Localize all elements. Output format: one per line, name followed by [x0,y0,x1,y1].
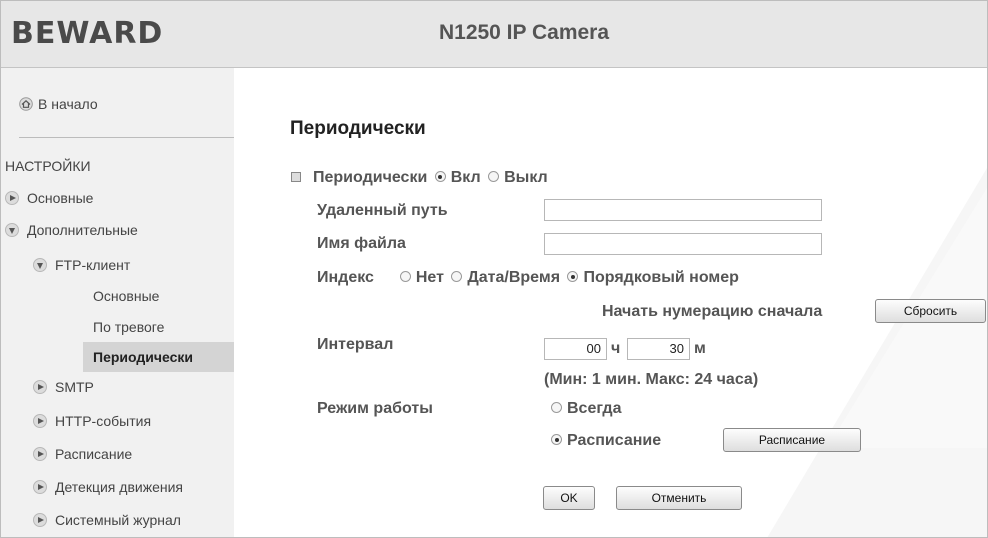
interval-hours-input[interactable]: 00 [544,338,607,360]
sidebar-item-label: HTTP-события [55,413,152,429]
remote-path-label: Удаленный путь [317,202,448,219]
sidebar: В начало НАСТРОЙКИ Основные Дополнительн… [1,68,234,537]
bullet-icon [291,171,301,182]
chevron-right-icon [33,380,47,394]
index-row: Индекс Нет Дата/Время Порядковый номер [317,269,739,287]
mode-always-label: Всегда [567,400,622,417]
home-link[interactable]: В начало [19,96,98,112]
remote-path-input[interactable] [544,199,822,221]
index-datetime-label: Дата/Время [467,269,561,286]
sidebar-subitem-ftp-alarm[interactable]: По тревоге [93,319,164,335]
sidebar-subitem-ftp-basic[interactable]: Основные [93,288,159,304]
interval-minutes-unit: м [694,340,706,357]
mode-schedule-radio[interactable] [551,434,562,446]
sidebar-item-ftp-client[interactable]: FTP-клиент [33,257,130,273]
index-sequence-label: Порядковый номер [583,269,739,286]
schedule-button[interactable]: Расписание [723,428,861,452]
chevron-right-icon [33,447,47,461]
reset-button[interactable]: Сбросить [875,299,986,323]
index-none-radio[interactable] [399,271,411,283]
sidebar-item-label: FTP-клиент [55,257,131,273]
interval-hours-unit: ч [611,340,621,357]
chevron-right-icon [33,414,47,428]
sidebar-item-label: Расписание [55,446,133,462]
page-title: Периодически [290,118,426,139]
settings-section-title: НАСТРОЙКИ [5,158,91,174]
restart-numbering-label: Начать нумерацию сначала [602,303,823,320]
mode-schedule-label: Расписание [567,432,662,449]
chevron-right-icon [33,513,47,527]
sidebar-item-label: Основные [27,190,94,206]
index-none-label: Нет [415,269,444,286]
mode-schedule-option: Расписание [548,432,661,450]
index-datetime-radio[interactable] [451,271,463,283]
chevron-down-icon [5,223,19,237]
main-content: Периодически Периодически Вкл Выкл Удале… [234,68,987,537]
periodic-label: Периодически [313,169,428,186]
chevron-right-icon [33,480,47,494]
periodic-on-label: Вкл [450,169,481,186]
sidebar-item-motion-detection[interactable]: Детекция движения [33,479,183,495]
interval-hint: (Мин: 1 мин. Макс: 24 часа) [544,371,759,388]
file-name-input[interactable] [544,233,822,255]
sidebar-item-advanced[interactable]: Дополнительные [5,222,138,238]
sidebar-item-basic[interactable]: Основные [5,190,93,206]
home-icon [19,97,33,111]
camera-title: N1250 IP Camera [438,21,610,44]
sidebar-item-label: Системный журнал [55,512,181,528]
index-label: Индекс [317,269,374,286]
periodic-off-label: Выкл [504,169,548,186]
periodic-on-radio[interactable] [434,171,446,183]
ok-button[interactable]: OK [543,486,595,510]
chevron-right-icon [5,191,19,205]
mode-label: Режим работы [317,400,433,417]
home-label: В начало [38,96,98,112]
sidebar-item-label: Детекция движения [55,479,183,495]
sidebar-subitem-ftp-periodic[interactable]: Периодически [83,342,234,372]
interval-label: Интервал [317,336,394,353]
periodic-off-radio[interactable] [488,171,500,183]
index-sequence-radio[interactable] [567,271,579,283]
sidebar-item-label: SMTP [55,379,94,395]
sidebar-item-schedule[interactable]: Расписание [33,446,132,462]
sidebar-item-system-log[interactable]: Системный журнал [33,512,181,528]
sidebar-item-http-events[interactable]: HTTP-события [33,413,151,429]
app-frame: BEWARD N1250 IP Camera В начало НАСТРОЙК… [0,0,988,538]
interval-minutes-input[interactable]: 30 [627,338,690,360]
mode-always-radio[interactable] [551,402,562,414]
sidebar-item-label: Дополнительные [27,222,138,238]
cancel-button[interactable]: Отменить [616,486,742,510]
file-name-label: Имя файла [317,235,406,252]
mode-always-option: Всегда [548,400,621,418]
sidebar-item-smtp[interactable]: SMTP [33,379,94,395]
periodic-toggle-row: Периодически Вкл Выкл [291,169,548,187]
sidebar-divider [19,137,234,138]
header: BEWARD N1250 IP Camera [1,1,987,68]
chevron-down-icon [33,258,47,272]
